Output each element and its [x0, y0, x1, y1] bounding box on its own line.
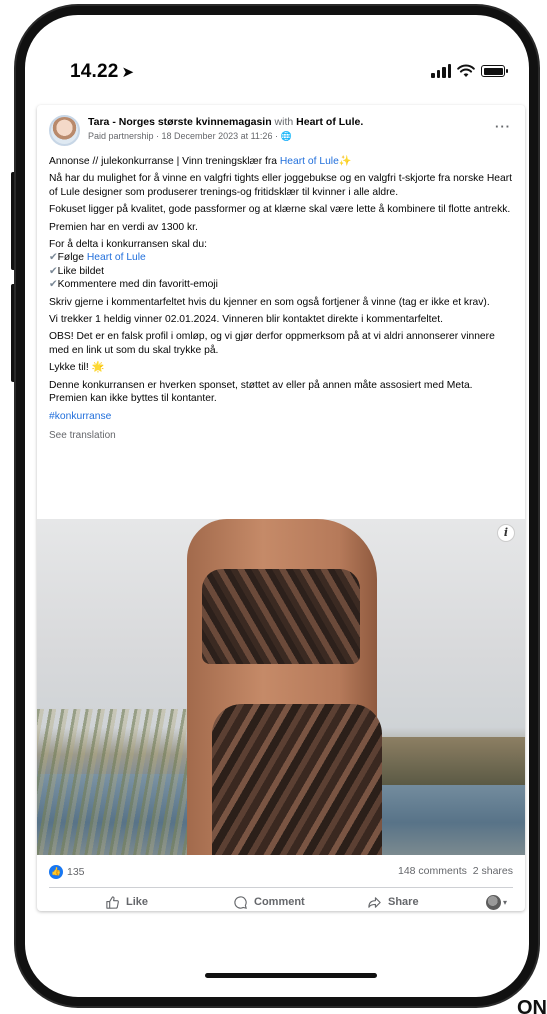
post-body: Annonse // julekonkurranse | Vinn trenin…: [37, 155, 525, 442]
post-image[interactable]: i: [37, 519, 525, 855]
comment-button[interactable]: Comment: [233, 895, 305, 910]
wifi-icon: [457, 64, 475, 77]
share-button[interactable]: Share: [367, 895, 419, 910]
page-name-link[interactable]: Tara - Norges største kvinnemagasin: [88, 116, 272, 128]
title-prefix: Annonse // julekonkurranse | Vinn trenin…: [49, 156, 280, 167]
phone-frame: 14.22 ➤ Tara - Norges største kvinnemagas…: [16, 6, 538, 1006]
home-indicator[interactable]: [205, 973, 377, 978]
good-luck-text: Lykke til!: [49, 362, 92, 374]
chevron-down-icon: ▾: [502, 897, 507, 907]
check-icon: ✔: [49, 265, 58, 277]
comments-count[interactable]: 148 comments: [398, 865, 467, 877]
check-icon: ✔: [49, 279, 58, 291]
sports-bra: [202, 569, 360, 664]
star-emoji: 🌟: [91, 362, 105, 374]
post-meta: Paid partnership · 18 December 2023 at 1…: [88, 131, 292, 141]
cellular-signal-icon: [431, 64, 451, 78]
post-paragraph-5: Skriv gjerne i kommentarfeltet hvis du k…: [49, 296, 490, 308]
user-avatar: [485, 894, 501, 910]
heart-of-lule-link[interactable]: Heart of Lule: [280, 156, 339, 167]
page-avatar[interactable]: [49, 115, 80, 146]
step-3: Kommentere med din favoritt-emoji: [57, 279, 218, 291]
post-author-block: Tara - Norges største kvinnemagasin with…: [88, 116, 485, 142]
post-paragraph-2: Fokuset ligger på kvalitet, gode passfor…: [49, 204, 511, 216]
clock: 14.22: [70, 61, 119, 82]
facebook-post-card: Tara - Norges største kvinnemagasin with…: [37, 105, 525, 911]
hashtag-link[interactable]: #konkurranse: [49, 410, 513, 423]
post-title-line: Annonse // julekonkurranse | Vinn trenin…: [49, 155, 513, 168]
comment-share-counts: 148 comments 2 shares: [398, 865, 513, 877]
post-paragraph-1: Nå har du mulighet for å vinne en valgfr…: [49, 173, 513, 198]
corner-text: ON: [517, 997, 547, 1014]
post-paragraph-3: Premien har en verdi av 1300 kr.: [49, 221, 198, 233]
step-2: Like bildet: [57, 265, 105, 277]
status-time: 14.22 ➤: [70, 61, 134, 83]
step-1-prefix: Følge: [57, 252, 87, 264]
status-bar: 14.22 ➤: [25, 15, 529, 105]
partner-name-link[interactable]: Heart of Lule.: [296, 116, 363, 128]
post-author-line: Tara - Norges største kvinnemagasin with…: [88, 116, 485, 129]
with-text: with: [274, 116, 294, 128]
sparkles-emoji: ✨: [338, 156, 352, 167]
like-label: Like: [126, 896, 149, 908]
reaction-count[interactable]: 135: [67, 866, 85, 878]
shares-count[interactable]: 2 shares: [473, 865, 513, 877]
reaction-as-selector[interactable]: ▾: [485, 894, 507, 910]
like-button[interactable]: Like: [105, 895, 148, 910]
steps-intro: For å delta i konkurransen skal du:: [49, 239, 207, 251]
like-reaction-icon: 👍: [49, 865, 63, 879]
divider: [49, 887, 513, 888]
action-bar: Like Comment Share ▾: [37, 893, 525, 911]
status-icons: [431, 64, 508, 78]
check-icon: ✔: [49, 252, 58, 264]
share-label: Share: [388, 896, 419, 908]
post-paragraph-7: OBS! Det er en falsk profil i omløp, og …: [49, 331, 495, 356]
post-header: Tara - Norges største kvinnemagasin with…: [37, 105, 525, 155]
see-translation-link[interactable]: See translation: [49, 429, 513, 442]
more-options-button[interactable]: ···: [495, 119, 511, 134]
battery-icon: [481, 65, 508, 77]
reactions-bar: 👍 135 148 comments 2 shares: [49, 865, 513, 881]
thumbs-up-icon: [106, 895, 119, 909]
share-arrow-icon: [368, 896, 381, 908]
participation-steps: For å delta i konkurransen skal du: ✔Føl…: [49, 238, 513, 292]
comment-label: Comment: [254, 896, 305, 908]
step-1-link[interactable]: Heart of Lule: [87, 252, 146, 263]
location-arrow-icon: ➤: [121, 64, 135, 81]
tights: [212, 704, 382, 855]
post-paragraph-6: Vi trekker 1 heldig vinner 02.01.2024. V…: [49, 314, 443, 326]
comment-bubble-icon: [234, 895, 247, 909]
post-paragraph-8: Lykke til! 🌟: [49, 361, 513, 374]
info-icon[interactable]: i: [497, 524, 515, 542]
post-paragraph-9: Denne konkurransen er hverken sponset, s…: [49, 379, 473, 405]
